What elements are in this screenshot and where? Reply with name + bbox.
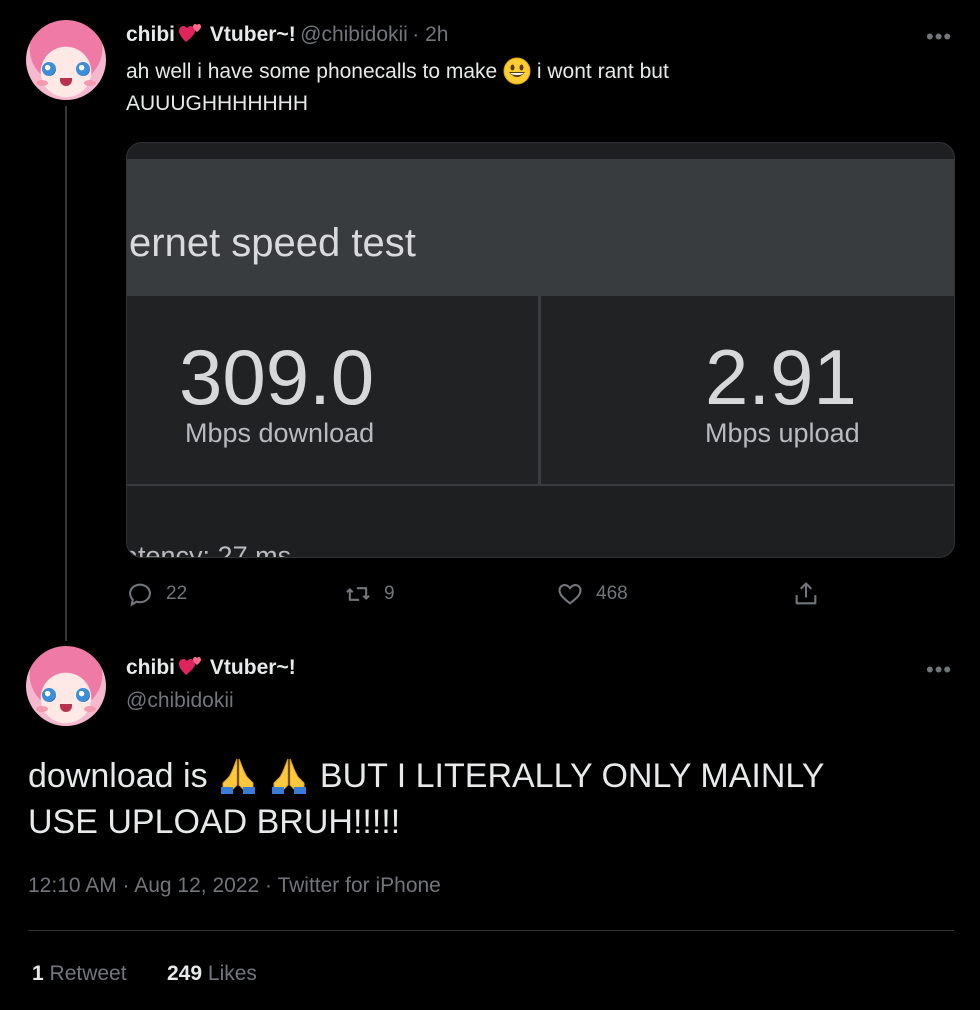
divider [28,930,954,931]
tweet-text-part: USE UPLOAD BRUH!!!!! [28,803,401,841]
heart-icon [558,583,582,605]
avatar[interactable] [26,20,106,100]
speed-test-title: ernet speed test [129,221,416,265]
retweet-stat-label: Retweet [49,962,127,985]
upload-panel: 2.91 Mbps upload [541,296,954,484]
folded-hands-icon [221,758,256,794]
like-count: 468 [596,583,628,604]
tweet-media-image[interactable]: ernet speed test 309.0 Mbps download 2.9… [126,142,955,558]
avatar-blush [84,706,96,712]
reply-icon [129,583,151,607]
display-name-suffix[interactable]: Vtuber~! [210,23,296,46]
user-handle[interactable]: @chibidokii [126,689,234,713]
main-tweet-text: download is BUT I LITERALLY ONLY MAINLY … [28,753,948,845]
retweet-icon [346,587,370,601]
row-divider [127,484,954,486]
avatar[interactable] [26,646,106,726]
share-button[interactable] [792,580,820,608]
two-hearts-icon [179,24,202,42]
display-name[interactable]: chibi [126,23,175,46]
tweet-header: chibi Vtuber~! [126,655,296,680]
download-unit: Mbps download [185,418,375,448]
grinning-face-icon [503,57,531,85]
tweet-timestamp-source[interactable]: 12:10 AM · Aug 12, 2022 · Twitter for iP… [28,874,441,898]
tweet-text-part: BUT I LITERALLY ONLY MAINLY [319,757,825,795]
download-value: 309.0 [179,333,375,421]
avatar-mouth [60,704,72,712]
avatar-blush [84,80,96,86]
avatar-blush [36,80,48,86]
upload-unit: Mbps upload [705,418,860,448]
tweet-text-part: ah well i have some phonecalls to make [126,60,498,83]
avatar-eye [42,688,56,702]
two-hearts-icon [179,657,202,675]
retweet-stat-count: 1 [32,962,44,985]
more-options-icon[interactable]: ••• [926,657,952,683]
thread-line [65,106,67,641]
display-name[interactable]: chibi [126,656,175,679]
tweet-text: ah well i have some phonecalls to make i… [126,56,926,120]
retweet-count: 9 [384,583,395,604]
latency-text: atency: 27 ms [126,541,292,558]
avatar-eye [76,62,90,76]
tweet-text-part: i wont rant but [536,60,669,83]
retweet-stats[interactable]: 1 Retweet [32,962,127,986]
like-stats[interactable]: 249 Likes [167,962,257,986]
like-stat-count: 249 [167,962,203,985]
like-button[interactable]: 468 [556,580,628,608]
avatar-blush [36,706,48,712]
display-name-suffix[interactable]: Vtuber~! [210,656,296,679]
like-stat-label: Likes [207,962,257,985]
folded-hands-icon [272,758,307,794]
speed-test-header: ernet speed test [127,159,954,296]
avatar-mouth [60,78,72,86]
upload-value: 2.91 [705,333,857,421]
more-options-icon[interactable]: ••• [926,24,952,50]
reply-button[interactable]: 22 [126,580,187,608]
avatar-eye [76,688,90,702]
tweet-header: chibi Vtuber~! @chibidokii · 2h [126,22,448,47]
avatar-eye [42,62,56,76]
user-handle[interactable]: @chibidokii [300,23,408,46]
share-icon [795,582,817,605]
download-panel: 309.0 Mbps download [127,296,538,484]
tweet-time[interactable]: · 2h [412,23,448,46]
tweet-text-part: AUUUGHHHHHHH [126,92,308,115]
tweet-text-part: download is [28,757,208,795]
reply-count: 22 [166,583,188,604]
retweet-button[interactable]: 9 [344,580,395,608]
